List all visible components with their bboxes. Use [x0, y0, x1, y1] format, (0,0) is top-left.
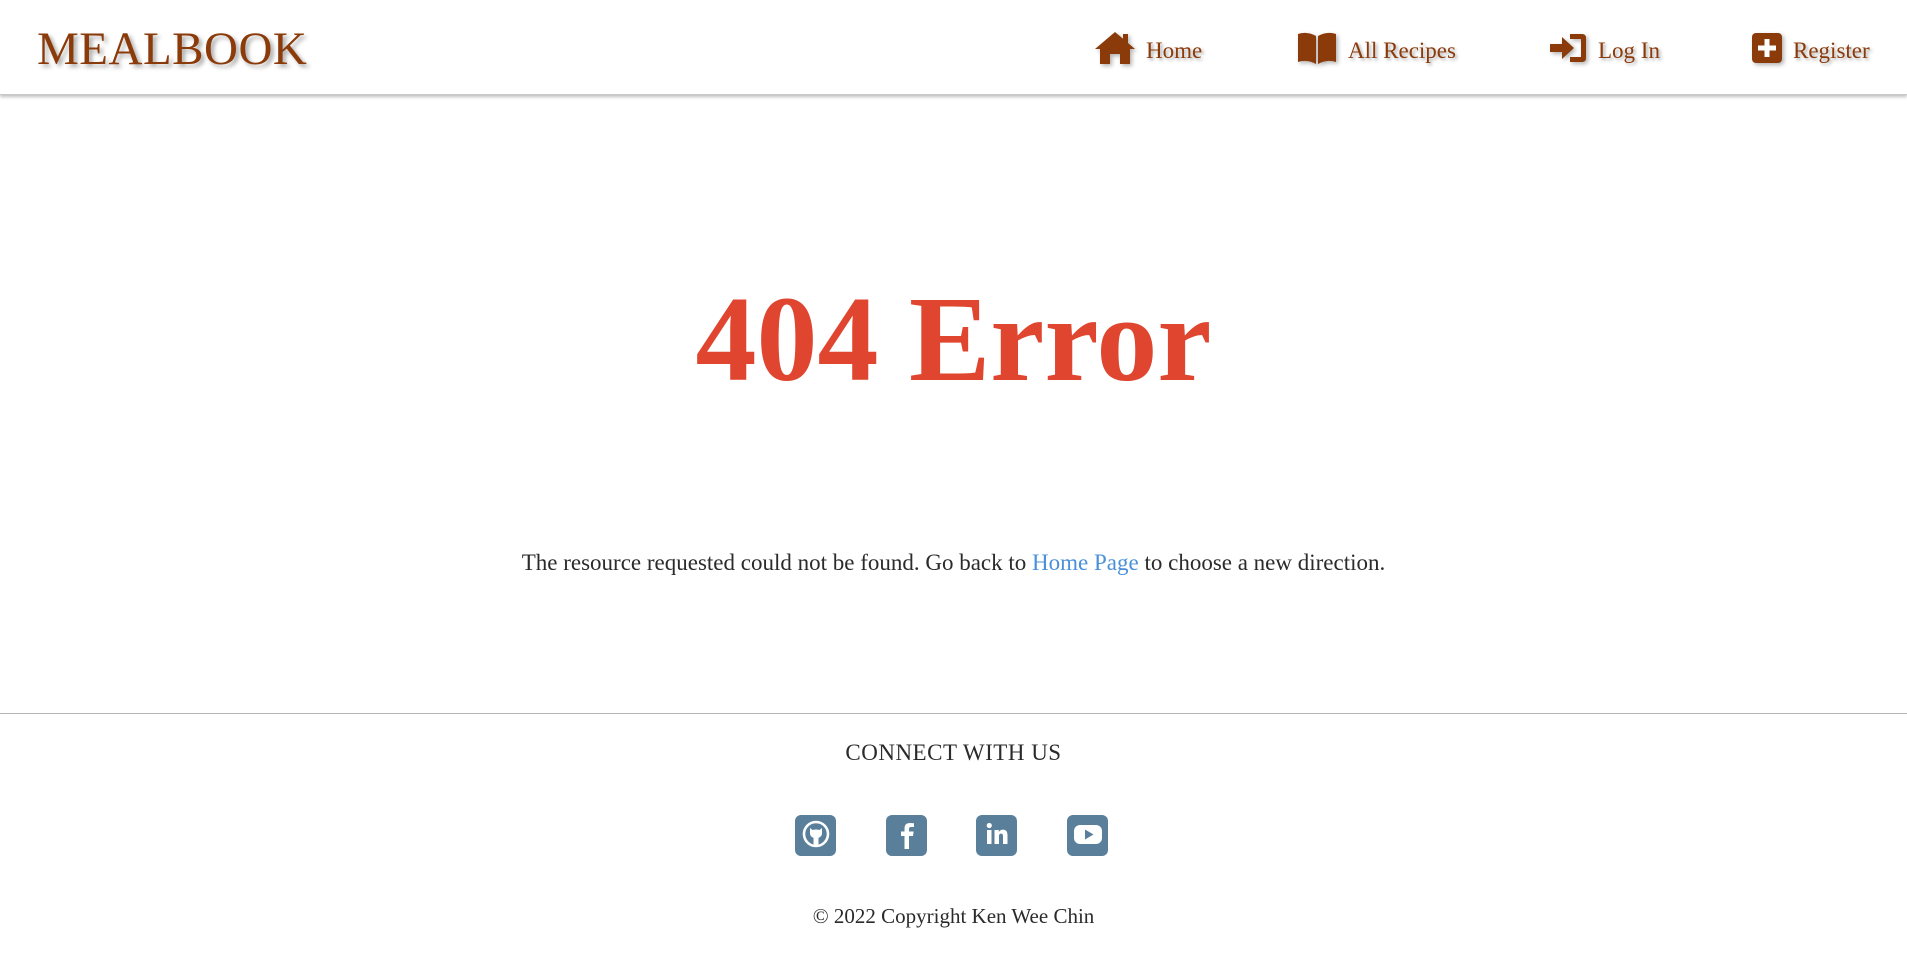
brand-logo[interactable]: MEALBOOK [37, 20, 307, 78]
page: MEALBOOK Home All Recipes Log In Registe… [0, 0, 1907, 960]
open-book-icon [1296, 30, 1338, 66]
message-text-after: to choose a new direction. [1144, 550, 1386, 575]
sign-in-icon [1548, 31, 1588, 65]
nav-home-label: Home [1146, 38, 1203, 63]
youtube-icon [1072, 819, 1104, 853]
youtube-link[interactable] [1067, 815, 1108, 856]
error-message: The resource requested could not be foun… [0, 548, 1907, 578]
footer-divider [0, 713, 1907, 714]
connect-heading: CONNECT WITH US [845, 740, 1062, 765]
copyright-text: © 2022 Copyright Ken Wee Chin [812, 904, 1095, 928]
nav-home-link[interactable]: Home [1094, 28, 1202, 68]
nav-log-in-link[interactable]: Log In [1548, 28, 1660, 68]
github-icon [801, 819, 831, 853]
error-title: 404 Error [695, 272, 1212, 407]
home-page-link[interactable]: Home Page [1032, 550, 1139, 575]
linkedin-link[interactable] [976, 815, 1017, 856]
nav-register-link[interactable]: Register [1751, 28, 1870, 68]
nav-register-label: Register [1793, 38, 1870, 63]
plus-square-icon [1751, 31, 1783, 65]
home-icon [1094, 30, 1136, 66]
linkedin-icon [982, 819, 1012, 853]
nav-all-recipes-link[interactable]: All Recipes [1296, 28, 1456, 68]
message-text-before: The resource requested could not be foun… [521, 550, 1027, 575]
navbar: MEALBOOK Home All Recipes Log In Registe… [0, 0, 1907, 95]
facebook-link[interactable] [886, 815, 927, 856]
nav-log-in-label: Log In [1598, 38, 1660, 63]
facebook-icon [892, 819, 922, 853]
nav-all-recipes-label: All Recipes [1348, 38, 1456, 63]
github-link[interactable] [795, 815, 836, 856]
